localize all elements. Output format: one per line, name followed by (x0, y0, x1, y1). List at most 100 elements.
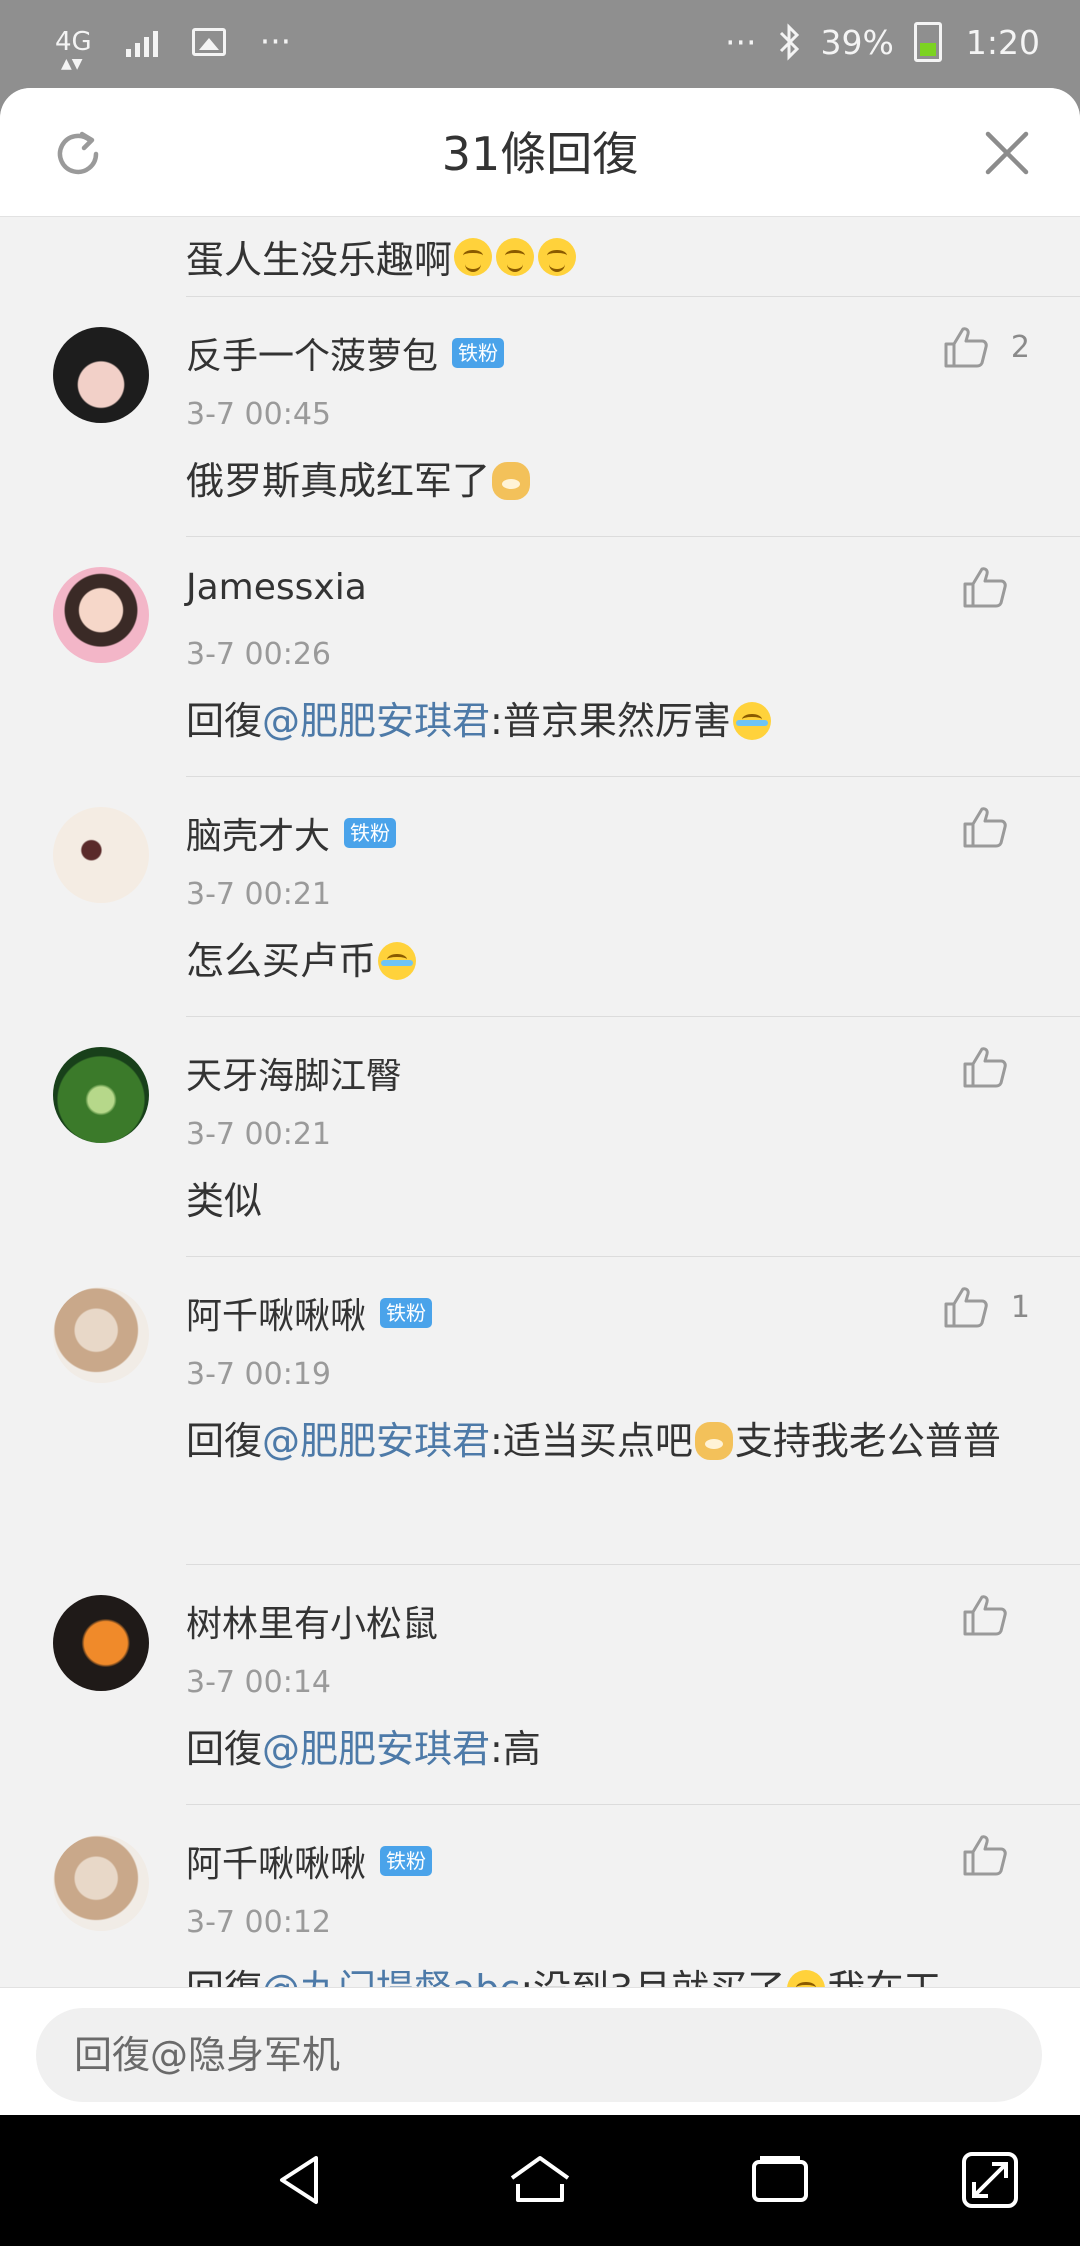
reply-prefix: 回復 (186, 1727, 263, 1771)
comment-text: 类似 (186, 1167, 1046, 1235)
username[interactable]: 阿千啾啾啾 (186, 1835, 366, 1887)
back-triangle-icon[interactable] (270, 2148, 334, 2212)
close-icon[interactable] (984, 130, 1030, 176)
recent-apps-icon[interactable] (748, 2148, 812, 2212)
fan-badge: 铁粉 (380, 1846, 433, 1876)
like-button[interactable] (962, 805, 1030, 849)
expand-icon[interactable] (958, 2148, 1022, 2212)
network-4g-icon: 4G ▲▼ (55, 26, 92, 72)
thumbs-up-icon (963, 1595, 1007, 1636)
image-notification-icon (191, 27, 226, 56)
username[interactable]: 反手一个菠萝包 (186, 327, 438, 379)
avatar[interactable] (53, 1835, 149, 1931)
clock: 1:20 (965, 22, 1040, 62)
comment-time: 3-7 00:21 (186, 1117, 331, 1152)
username[interactable]: 树林里有小松鼠 (186, 1595, 438, 1647)
mention-link[interactable]: @肥肥安琪君 (262, 1727, 490, 1771)
smile-emoji-icon (454, 237, 493, 276)
comment-time: 3-7 00:12 (186, 1905, 331, 1940)
partial-comment: 蛋人生没乐趣啊 (186, 217, 1080, 297)
thumbs-up-icon (963, 567, 1007, 608)
avatar[interactable] (53, 567, 149, 663)
smile-emoji-icon (496, 237, 535, 276)
like-count: 1 (1010, 1289, 1030, 1325)
more-notifications-icon: ··· (259, 22, 292, 61)
reply-prefix: 回復 (186, 699, 263, 743)
comment-item[interactable]: 天牙海脚江臀 3-7 00:21 类似 (0, 1017, 1080, 1257)
bluetooth-icon (779, 23, 799, 61)
username[interactable]: Jamessxia (186, 567, 367, 608)
thumbs-up-icon (963, 1835, 1007, 1876)
comment-text: 回復@九门提督abc:没到3月就买了 我在工 (186, 1955, 1046, 1987)
battery-percent: 39% (820, 22, 894, 62)
avatar[interactable] (53, 1595, 149, 1691)
comment-item[interactable]: 阿千啾啾啾 铁粉 3-7 00:19 回復@肥肥安琪君:适当买点吧 支持我老公普普 … (0, 1257, 1080, 1565)
mention-link[interactable]: @肥肥安琪君 (262, 699, 490, 743)
like-button[interactable] (962, 1593, 1030, 1637)
comment-body: 俄罗斯真成红军了 (186, 459, 491, 503)
laugh-cry-emoji-icon (378, 942, 417, 980)
smile-emoji-icon (538, 237, 577, 276)
like-button[interactable] (962, 1045, 1030, 1089)
username[interactable]: 阿千啾啾啾 (186, 1287, 366, 1339)
laugh-cry-emoji-icon (732, 702, 771, 740)
comment-time: 3-7 00:45 (186, 397, 331, 432)
comment-text: 俄罗斯真成红军了 (186, 447, 1046, 515)
avatar[interactable] (53, 327, 149, 423)
avatar[interactable] (53, 807, 149, 903)
comment-item[interactable]: 反手一个菠萝包 铁粉 3-7 00:45 俄罗斯真成红军了 2 (0, 297, 1080, 537)
username[interactable]: 脑壳才大 (186, 807, 330, 859)
partial-comment-text: 蛋人生没乐趣啊 (186, 238, 453, 282)
thumbs-up-icon (944, 1287, 988, 1328)
comment-item[interactable]: 阿千啾啾啾铁粉 3-7 00:12 回復@九门提督abc:没到3月就买了 我在工 (0, 1805, 1080, 1987)
comment-body-continued: 支持我老公普普 (734, 1419, 1001, 1463)
like-button[interactable]: 2 (943, 325, 1030, 369)
comment-time: 3-7 00:19 (186, 1357, 331, 1392)
signal-bars-icon (125, 27, 158, 57)
reply-prefix: 回復 (186, 1419, 263, 1463)
comment-text: 回復@肥肥安琪君:普京果然厉害 (186, 687, 1046, 755)
thumbs-up-icon (963, 807, 1007, 848)
comment-item[interactable]: 树林里有小松鼠 3-7 00:14 回復@肥肥安琪君:高 (0, 1565, 1080, 1805)
comment-body: 类似 (186, 1179, 263, 1223)
like-button[interactable]: 1 (943, 1285, 1030, 1329)
avatar[interactable] (53, 1287, 149, 1383)
fan-badge: 铁粉 (452, 338, 505, 368)
comment-text: 回復@肥肥安琪君:高 (186, 1715, 1046, 1783)
reply-input[interactable] (36, 2008, 1042, 2102)
like-button[interactable] (962, 1833, 1030, 1877)
thumbs-up-icon (944, 327, 988, 368)
mention-link[interactable]: @肥肥安琪君 (262, 1419, 490, 1463)
status-bar: 4G ▲▼ ··· ··· 39% 1:20 (0, 0, 1080, 88)
comment-time: 3-7 00:21 (186, 877, 331, 912)
system-nav-bar (0, 2115, 1080, 2246)
reply-prefix: 回復 (186, 1967, 262, 1987)
comment-text: 回復@肥肥安琪君:适当买点吧 支持我老公普普 (186, 1407, 1046, 1475)
fan-badge: 铁粉 (344, 818, 397, 848)
username[interactable]: 天牙海脚江臀 (186, 1047, 402, 1099)
fan-badge: 铁粉 (380, 1298, 433, 1328)
thumbs-up-icon (963, 1047, 1007, 1088)
battery-icon (913, 22, 942, 62)
like-button[interactable] (962, 565, 1030, 609)
sheet-title: 31條回復 (441, 127, 639, 181)
comment-body: :适当买点吧 (490, 1419, 693, 1463)
comment-text: 怎么买卢币 (186, 927, 1046, 995)
doge-emoji-icon (694, 1422, 733, 1460)
comment-time: 3-7 00:14 (186, 1665, 331, 1700)
replies-sheet: 31條回復 蛋人生没乐趣啊 反手一个菠萝包 铁粉 3-7 00:45 俄罗斯真成红… (0, 88, 1080, 2115)
comment-body-continued: 我在工 (827, 1967, 941, 1987)
comment-body: 怎么买卢币 (186, 939, 377, 983)
crying-emoji-icon (787, 1970, 826, 1987)
comment-list[interactable]: 蛋人生没乐趣啊 反手一个菠萝包 铁粉 3-7 00:45 俄罗斯真成红军了 2 J… (0, 217, 1080, 1987)
mention-link[interactable]: @九门提督abc (262, 1967, 520, 1987)
comment-body: :没到3月就买了 (520, 1967, 785, 1987)
more-status-icon: ··· (725, 22, 757, 62)
comment-item[interactable]: Jamessxia 3-7 00:26 回復@肥肥安琪君:普京果然厉害 (0, 537, 1080, 777)
like-count: 2 (1010, 329, 1030, 365)
comment-time: 3-7 00:26 (186, 637, 331, 672)
comment-body: :高 (490, 1727, 541, 1771)
home-icon[interactable] (508, 2148, 572, 2212)
avatar[interactable] (53, 1047, 149, 1143)
comment-item[interactable]: 脑壳才大 铁粉 3-7 00:21 怎么买卢币 (0, 777, 1080, 1017)
